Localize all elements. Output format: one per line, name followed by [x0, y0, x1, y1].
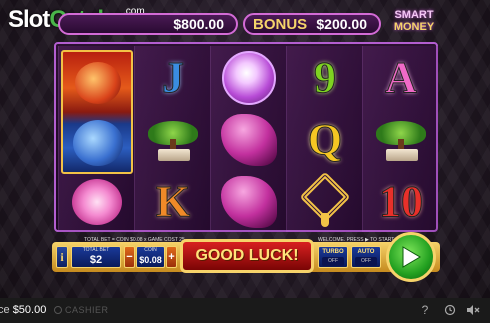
reel-5: A 10 — [362, 46, 438, 232]
bet-increase-button[interactable]: + — [166, 246, 177, 268]
sound-mute-icon[interactable] — [466, 303, 480, 317]
pearl-icon — [222, 51, 276, 105]
crane-icon — [221, 114, 277, 166]
info-button[interactable]: i — [56, 246, 68, 268]
reel-2: J K — [134, 46, 210, 232]
red-dragon-icon — [75, 62, 121, 104]
smart-money-logo: SMART MONEY — [386, 9, 442, 39]
turbo-label: TURBO — [322, 249, 344, 255]
chinese-knot-icon — [299, 171, 351, 227]
turbo-button[interactable]: TURBO OFF — [318, 246, 348, 268]
reel-4: 9 Q — [286, 46, 362, 232]
bonus-label: BONUS — [253, 15, 308, 33]
peony-symbol — [60, 172, 134, 232]
crane-icon — [221, 176, 277, 228]
autoplay-button[interactable]: AUTO OFF — [351, 246, 381, 268]
ten-symbol: 10 — [364, 172, 438, 232]
auto-state: OFF — [355, 257, 377, 266]
coin-label: COIN — [144, 247, 157, 253]
bonsai-icon — [144, 117, 202, 163]
auto-label: AUTO — [357, 249, 375, 255]
message-panel: GOOD LUCK! — [180, 239, 314, 273]
play-icon — [402, 246, 421, 268]
j-symbol: J — [136, 48, 210, 108]
spin-button[interactable] — [386, 232, 436, 282]
pearl-symbol — [212, 48, 286, 108]
crane-symbol — [212, 172, 286, 232]
crane-symbol — [212, 110, 286, 170]
footer-bar: ce $50.00 CASHIER ? — [0, 298, 490, 323]
footer-balance-value: $50.00 — [12, 304, 47, 316]
reel-1 — [58, 46, 134, 232]
history-icon[interactable] — [443, 303, 457, 317]
total-bet-label: TOTAL BET — [82, 247, 110, 253]
a-letter: A — [385, 53, 418, 102]
turbo-state: OFF — [322, 257, 344, 266]
coin-box: COIN $0.08 — [136, 246, 165, 268]
k-symbol: K — [136, 172, 210, 232]
j-letter: J — [162, 53, 185, 102]
bonus-display: BONUS $200.00 — [243, 13, 381, 35]
total-bet-box: TOTAL BET $2 — [71, 246, 121, 268]
bonus-value: $200.00 — [316, 16, 367, 32]
ten-letter: 10 — [379, 177, 424, 226]
q-letter: Q — [307, 115, 343, 164]
cashier-button[interactable]: CASHIER — [54, 305, 109, 315]
bonsai-icon — [372, 117, 430, 163]
cashier-icon — [54, 306, 62, 314]
bonsai-symbol — [136, 110, 210, 170]
peony-icon — [72, 179, 122, 225]
q-symbol: Q — [288, 110, 362, 170]
nine-letter: 9 — [314, 53, 337, 102]
knot-symbol — [288, 171, 362, 232]
k-letter: K — [155, 177, 191, 226]
total-bet-value: $2 — [89, 254, 103, 266]
smart-label: SMART — [394, 9, 434, 21]
cashier-label: CASHIER — [65, 305, 109, 315]
footer-balance-label: ce — [0, 304, 10, 316]
nine-symbol: 9 — [288, 48, 362, 108]
bet-decrease-button[interactable]: − — [124, 246, 135, 268]
coin-value: $0.08 — [139, 255, 162, 265]
dragon-stacked-symbol — [61, 50, 133, 174]
bonsai-symbol — [364, 110, 438, 170]
a-symbol: A — [364, 48, 438, 108]
reel-3 — [210, 46, 286, 232]
balance-display: $800.00 — [58, 13, 238, 35]
footer-balance: ce $50.00 — [0, 304, 46, 316]
logo-main: Slot — [8, 6, 50, 33]
balance-value: $800.00 — [173, 16, 224, 32]
help-icon[interactable]: ? — [418, 303, 432, 317]
money-label: MONEY — [393, 21, 435, 33]
reel-area: J K 9 Q A 10 — [54, 42, 438, 232]
blue-dragon-icon — [73, 120, 123, 166]
